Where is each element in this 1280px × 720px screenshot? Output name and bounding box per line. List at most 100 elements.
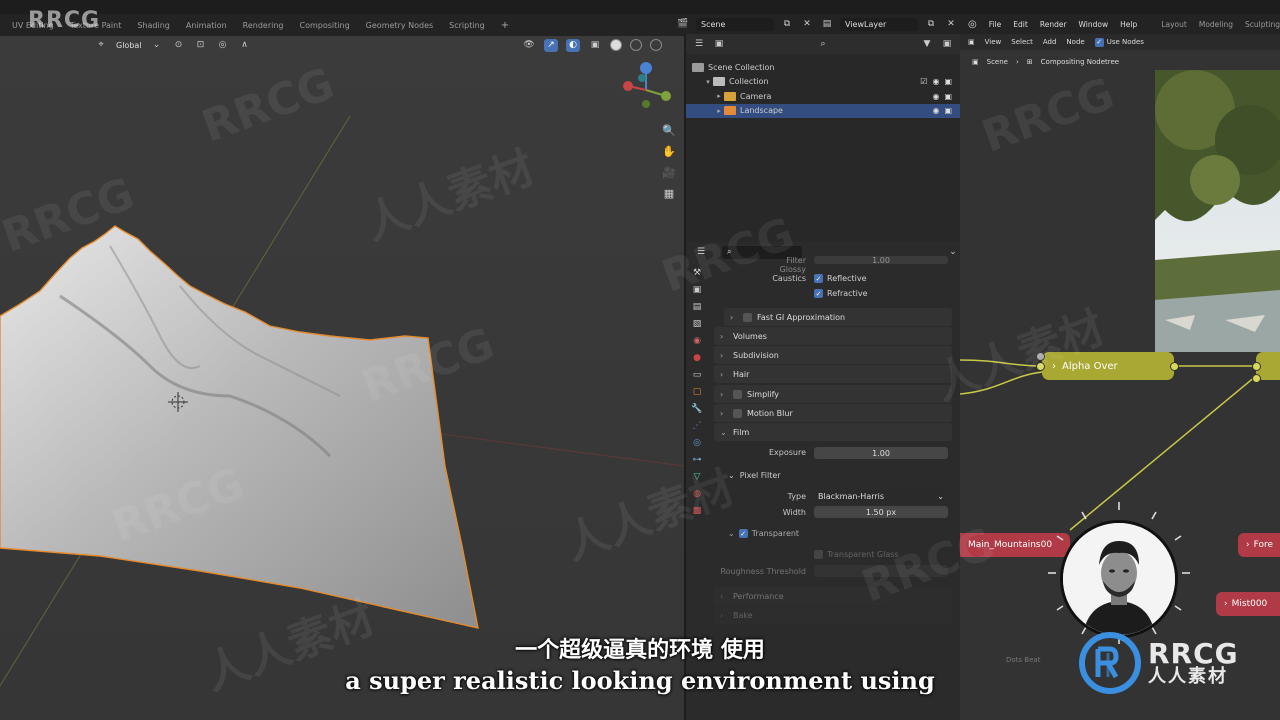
material-shading-icon[interactable] [630,39,642,51]
type-dropdown[interactable]: Blackman-Harris ⌄ [814,490,948,502]
tab-shading[interactable]: Shading [137,21,170,30]
outliner-row[interactable]: ▾ Collection ☑ ◉ ▣ [686,75,960,90]
transparent-subpanel[interactable]: ⌄ ✓ Transparent [728,529,799,538]
exposure-field[interactable]: 1.00 [814,447,948,459]
width-field[interactable]: 1.50 px [814,506,948,518]
editor-type-icon[interactable]: ▣ [968,38,975,46]
use-nodes-checkbox[interactable]: ✓ Use Nodes [1094,37,1144,47]
new-scene-icon[interactable]: ⧉ [780,18,794,31]
header-view[interactable]: View [985,38,1002,46]
pivot-icon[interactable]: ⊙ [172,39,186,52]
camera-view-icon[interactable]: 🎥 [662,166,676,179]
editor-type-icon[interactable]: ☰ [692,38,706,51]
panel-enable-checkbox[interactable] [733,408,742,418]
xray-icon[interactable]: ▣ [588,39,602,52]
panel-volumes[interactable]: › Volumes [714,327,952,345]
solid-shading-icon[interactable] [610,39,622,51]
display-mode-icon[interactable]: ▣ [712,38,726,51]
physics-tab-icon[interactable]: ◎ [693,438,701,448]
globe-icon[interactable]: ⌖ [94,39,108,52]
snap-icon[interactable]: ⊡ [194,39,208,52]
outliner-row[interactable]: Scene Collection [686,60,960,75]
input-socket[interactable] [1252,374,1261,383]
output-tab-icon[interactable]: ▤ [693,302,702,312]
menu-render[interactable]: Render [1040,20,1067,29]
overlay-toggle-icon[interactable]: ◐ [566,38,580,52]
navigation-gizmo[interactable] [618,60,674,120]
modifier-tab-icon[interactable]: 🔧 [691,404,702,414]
chevron-down-icon[interactable]: ⌄ [946,246,960,259]
blender-logo-icon[interactable]: ◎ [968,19,977,30]
rendered-shading-icon[interactable] [650,39,662,51]
tab-compositing[interactable]: Compositing [300,21,350,30]
menu-help[interactable]: Help [1120,20,1137,29]
grid-view-icon[interactable]: ▦ [664,187,674,200]
outliner-row[interactable]: ▸ Landscape ◉ ▣ [686,103,960,118]
new-collection-icon[interactable]: ▣ [940,38,954,51]
header-select[interactable]: Select [1011,38,1033,46]
object-tab-icon[interactable]: ▢ [693,387,702,397]
transparent-checkbox[interactable]: ✓ [738,529,748,538]
tab-geometry-nodes[interactable]: Geometry Nodes [366,21,433,30]
menu-edit[interactable]: Edit [1013,20,1028,29]
camera-icon[interactable]: ▣ [944,92,952,101]
filter-glossy-field[interactable]: 1.00 [814,256,948,265]
delete-scene-icon[interactable]: ✕ [800,18,814,31]
camera-icon[interactable]: ▣ [944,106,952,115]
chevron-down-icon[interactable]: ⌄ [150,39,164,52]
filter-icon[interactable]: ▼ [920,38,934,51]
proportional-icon[interactable]: ◎ [216,39,230,52]
search-icon[interactable]: ⌕ [816,38,830,51]
mist-node[interactable]: › Mist000 [1216,592,1280,616]
panel-enable-checkbox[interactable] [733,389,742,399]
particles-tab-icon[interactable]: ⋰ [693,421,702,431]
tab-sculpting[interactable]: Sculpting [1245,20,1280,29]
view-layer-tab-icon[interactable]: ▧ [693,319,702,329]
expand-arrow-icon[interactable]: ▸ [714,92,724,100]
panel-motion-blur[interactable]: › Motion Blur [714,404,952,422]
eye-icon[interactable]: ◉ [932,77,939,86]
eye-icon[interactable]: ◉ [932,92,939,101]
new-view-layer-icon[interactable]: ⧉ [924,18,938,31]
checkbox-icon[interactable]: ☑ [920,77,927,86]
tab-animation[interactable]: Animation [186,21,227,30]
hand-pan-icon[interactable]: ✋ [662,145,676,158]
refractive-checkbox[interactable]: ✓ Refractive [814,289,868,298]
visibility-icon[interactable]: 👁 [522,39,536,52]
panel-film[interactable]: ⌄ Film [714,423,952,441]
header-add[interactable]: Add [1043,38,1057,46]
tab-rendering[interactable]: Rendering [243,21,284,30]
world-tab-icon[interactable]: ● [693,353,701,363]
delete-view-layer-icon[interactable]: ✕ [944,18,958,31]
tab-modeling[interactable]: Modeling [1199,20,1233,29]
scene-tab-icon[interactable]: ◉ [693,336,701,346]
camera-icon[interactable]: ▣ [944,77,952,86]
gizmo-toggle-icon[interactable]: ↗ [544,38,558,52]
scene-icon[interactable]: 🎬 [676,18,690,31]
reflective-checkbox[interactable]: ✓ Reflective [814,274,867,283]
view-layer-selector[interactable]: ViewLayer [840,17,918,31]
fore-node[interactable]: › Fore [1238,533,1280,557]
menu-window[interactable]: Window [1079,20,1109,29]
tab-scripting[interactable]: Scripting [449,21,485,30]
breadcrumb-nodetree[interactable]: Compositing Nodetree [1041,58,1119,66]
breadcrumb-scene[interactable]: Scene [987,58,1008,66]
eye-icon[interactable]: ◉ [932,106,939,115]
fast-gi-panel[interactable]: › Fast GI Approximation [724,308,952,326]
input-socket[interactable] [1252,362,1261,371]
expand-arrow-icon[interactable]: ▸ [714,107,724,115]
panel-hair[interactable]: › Hair [714,365,952,383]
view-layer-icon[interactable]: ▤ [820,18,834,31]
header-node[interactable]: Node [1066,38,1084,46]
pixel-filter-subpanel[interactable]: ⌄ Pixel Filter [728,471,781,480]
panel-simplify[interactable]: › Simplify [714,385,952,403]
outliner-row[interactable]: ▸ Camera ◉ ▣ [686,89,960,104]
menu-file[interactable]: File [989,20,1002,29]
zoom-icon[interactable]: 🔍 [662,124,676,137]
fast-gi-checkbox[interactable] [743,312,752,322]
expand-arrow-icon[interactable]: ▾ [703,78,713,86]
bake-panel[interactable]: › Bake [714,606,952,624]
scene-selector[interactable]: Scene [696,17,774,31]
panel-subdivision[interactable]: › Subdivision [714,346,952,364]
tab-layout[interactable]: Layout [1161,20,1187,29]
